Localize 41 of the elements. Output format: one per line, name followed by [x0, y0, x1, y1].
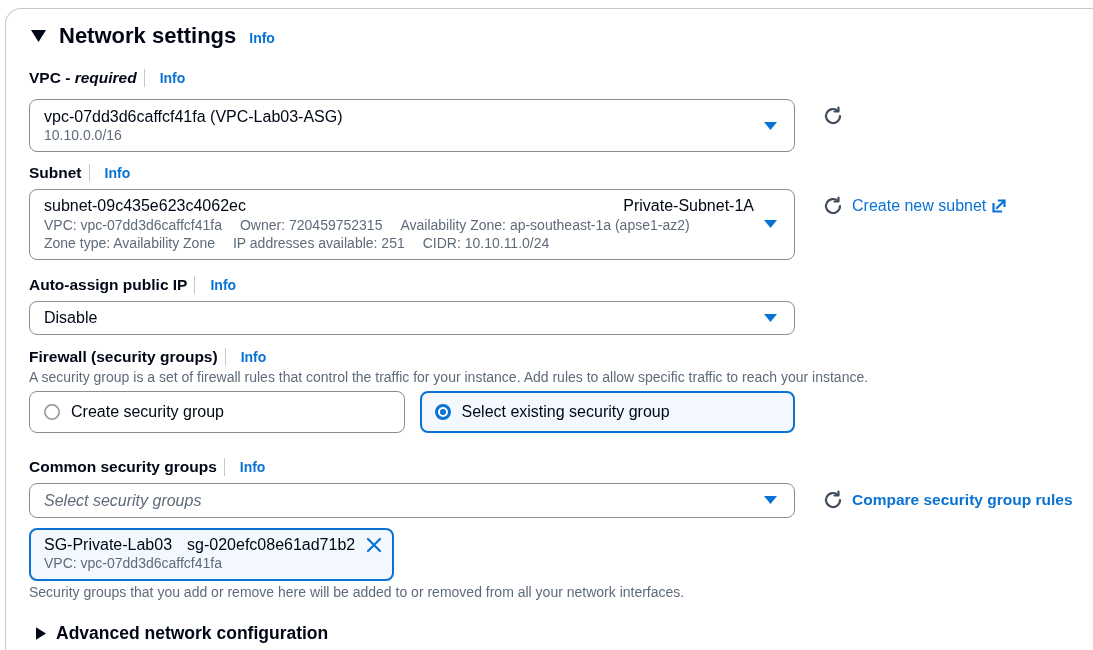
- radio-option[interactable]: Create security group: [29, 391, 405, 433]
- radio-empty-icon: [44, 404, 60, 420]
- refresh-icon: [823, 106, 843, 126]
- field-label: Common security groups: [29, 457, 217, 477]
- refresh-icon: [823, 490, 843, 510]
- create-subnet-link[interactable]: Create new subnet: [852, 196, 1007, 216]
- dropdown-caret-icon: [764, 121, 777, 130]
- radio-option[interactable]: Select existing security group: [419, 391, 795, 433]
- section-header-toggle[interactable]: Network settings: [29, 22, 237, 50]
- public-ip-select[interactable]: Disable: [29, 301, 795, 335]
- info-link[interactable]: Info: [159, 67, 186, 89]
- field-description: A security group is a set of firewall rules that control the traffic for your instance. Add rules to allow specific traffic to reach your instance.: [29, 369, 869, 385]
- compare-rules-link[interactable]: Compare security group rules: [852, 490, 1073, 510]
- field-label: Subnet: [29, 163, 82, 183]
- dropdown-caret-icon: [764, 496, 777, 504]
- close-icon: [366, 537, 383, 553]
- dropdown-caret-icon: [764, 314, 777, 322]
- subnet-select[interactable]: subnet-09c435e623c4062ec Private-Subnet-1A VPC: vpc-07dd3d6caffcf41fa Owner: 720459752315 Availability Zone: ap-southeast-1a (apse1-az2) Zone type: Availability Zone IP addresses available: 251 CIDR: 10.10.11.0/24: [29, 189, 795, 260]
- refresh-button[interactable]: [823, 490, 843, 510]
- advanced-section-toggle[interactable]: Advanced network configuration: [29, 622, 329, 644]
- field-label: Firewall (security groups): [29, 347, 218, 367]
- info-link[interactable]: Info: [240, 346, 267, 368]
- security-group-select[interactable]: Select security groups: [29, 483, 795, 518]
- dropdown-caret-icon: [764, 219, 777, 228]
- field-help-text: Security groups that you add or remove here will be added to or removed from all your network interfaces.: [29, 584, 685, 600]
- security-group-vpc: VPC: vpc-07dd3d6caffcf41fa: [44, 555, 222, 572]
- info-link[interactable]: Info: [249, 27, 275, 49]
- info-link[interactable]: Info: [239, 456, 266, 478]
- info-link[interactable]: Info: [210, 274, 237, 296]
- security-group-id: sg-020efc08e61ad71b2: [187, 535, 356, 555]
- field-label: VPC - required: [29, 68, 137, 88]
- vpc-select[interactable]: vpc-07dd3d6caffcf41fa (VPC-Lab03-ASG) 10.10.0.0/16: [29, 99, 795, 152]
- field-label: Auto-assign public IP: [29, 275, 188, 295]
- remove-token-button[interactable]: [366, 537, 383, 553]
- refresh-button[interactable]: [823, 196, 843, 216]
- refresh-icon: [823, 196, 843, 216]
- refresh-button[interactable]: [823, 106, 843, 126]
- security-group-name: SG-Private-Lab03: [44, 535, 173, 555]
- external-link-icon: [992, 199, 1007, 213]
- radio-selected-icon: [434, 404, 451, 420]
- info-link[interactable]: Info: [104, 162, 131, 184]
